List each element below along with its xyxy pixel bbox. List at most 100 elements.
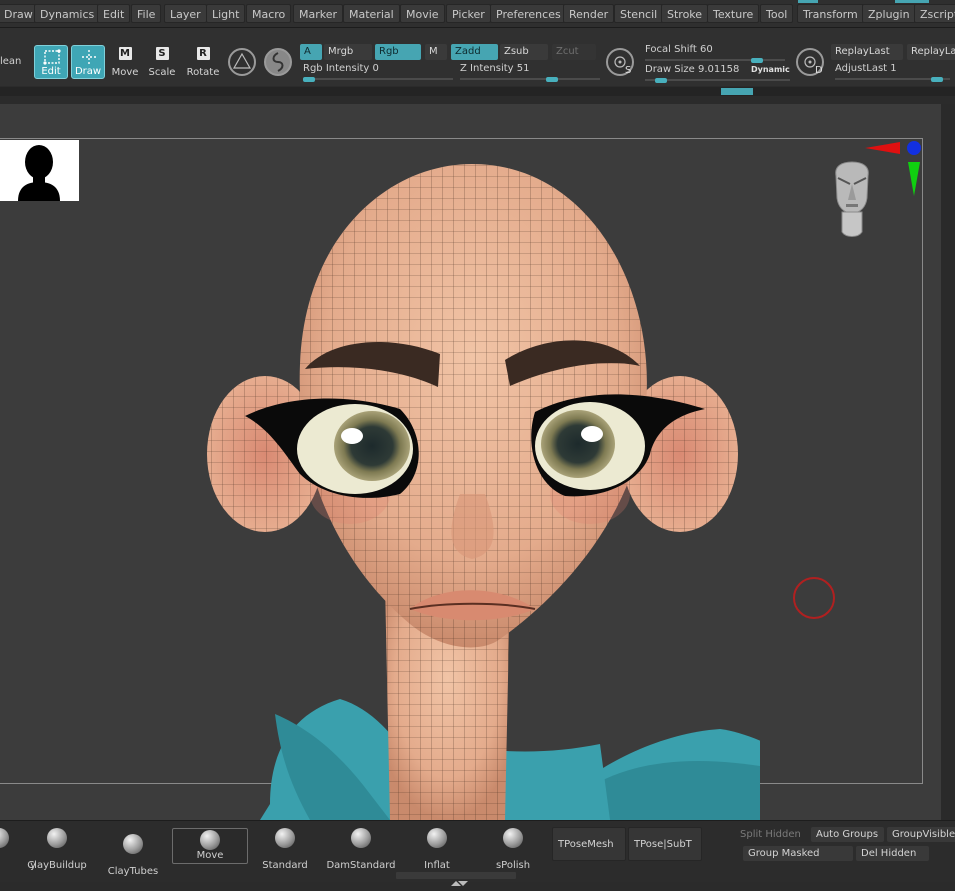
- auto-groups-button[interactable]: Auto Groups: [811, 827, 884, 842]
- material-sphere-button[interactable]: [228, 48, 256, 76]
- menu-bar: Draw Dynamics Edit File Layer Light Macr…: [0, 0, 955, 28]
- move-icon: M: [118, 47, 132, 60]
- scale-button[interactable]: S Scale: [145, 45, 179, 79]
- texture-sphere-button[interactable]: [264, 48, 292, 76]
- menu-marker[interactable]: Marker: [293, 4, 344, 23]
- menu-tool[interactable]: Tool: [760, 4, 794, 23]
- menu-zplugin[interactable]: Zplugin: [862, 4, 916, 23]
- dynamic-toggle[interactable]: Dynamic: [751, 65, 790, 74]
- brush-sphere-icon: [427, 828, 447, 848]
- draw-button[interactable]: Draw: [71, 45, 105, 79]
- head-silhouette-icon: [18, 145, 60, 201]
- brush-claybuildup[interactable]: ClayBuildup: [20, 825, 94, 871]
- rgb-intensity-slider[interactable]: Rgb Intensity 0: [303, 63, 453, 82]
- replay-last-button-2[interactable]: ReplayLa: [907, 44, 955, 60]
- silhouette-thumbnail[interactable]: [0, 140, 79, 201]
- menu-render[interactable]: Render: [563, 4, 615, 23]
- replay-last-button[interactable]: ReplayLast: [831, 44, 903, 60]
- move-button[interactable]: M Move: [108, 45, 142, 79]
- menu-preferences[interactable]: Preferences: [490, 4, 567, 23]
- brush-sphere-icon: [275, 828, 295, 848]
- menu-transform[interactable]: Transform: [797, 4, 864, 23]
- right-tray-scrollbar[interactable]: [941, 104, 955, 820]
- rgb-toggle[interactable]: Rgb: [375, 44, 421, 60]
- m-toggle[interactable]: M: [425, 44, 447, 60]
- brush-inflat[interactable]: Inflat: [400, 825, 474, 871]
- rotate-label: Rotate: [186, 67, 220, 78]
- draw-size-label: Draw Size 9.01158: [645, 64, 740, 75]
- a-toggle[interactable]: A: [300, 44, 322, 60]
- boolean-button[interactable]: lean: [0, 56, 21, 67]
- group-visible-button[interactable]: GroupVisible: [887, 827, 955, 842]
- brush-damstandard[interactable]: DamStandard: [324, 825, 398, 871]
- brush-spolish[interactable]: sPolish: [476, 825, 550, 871]
- brush-sphere-icon: [351, 828, 371, 848]
- x-axis-arrow: [865, 142, 900, 154]
- brush-move[interactable]: Move: [172, 828, 248, 864]
- menu-macro[interactable]: Macro: [246, 4, 292, 23]
- menu-movie[interactable]: Movie: [400, 4, 445, 23]
- z-axis-dot: [907, 141, 921, 155]
- document-canvas[interactable]: [0, 104, 941, 820]
- toolbar-scroll-thumb[interactable]: [721, 88, 753, 95]
- split-hidden-button[interactable]: Split Hidden: [735, 827, 806, 842]
- swirl-icon: [272, 52, 284, 72]
- z-intensity-label: Z Intensity 51: [460, 63, 530, 74]
- zsub-toggle[interactable]: Zsub: [500, 44, 548, 60]
- rotate-button[interactable]: R Rotate: [186, 45, 220, 79]
- focal-shift-slider[interactable]: Focal Shift 60: [645, 44, 785, 63]
- d-hotkey-label: D: [815, 65, 823, 76]
- menu-file[interactable]: File: [131, 4, 162, 23]
- orientation-gizmo[interactable]: [820, 138, 930, 263]
- tpose-mesh-button[interactable]: TPoseMesh: [552, 827, 626, 861]
- shelf-scrollbar[interactable]: [396, 872, 516, 886]
- brush-shelf: y ClayBuildup ClayTubes Move Standard Da…: [0, 820, 955, 886]
- menu-stroke[interactable]: Stroke: [661, 4, 709, 23]
- toolbar-scroll-strip[interactable]: [0, 87, 955, 96]
- z-intensity-slider[interactable]: Z Intensity 51: [460, 63, 600, 82]
- edit-icon: [35, 48, 67, 66]
- menu-stencil[interactable]: Stencil: [614, 4, 664, 23]
- y-axis-arrow: [908, 162, 920, 196]
- rotate-icon: R: [186, 47, 220, 65]
- brush-sphere-icon: [0, 828, 9, 848]
- menu-material[interactable]: Material: [343, 4, 400, 23]
- del-hidden-button[interactable]: Del Hidden: [856, 846, 929, 861]
- tpose-subt-button[interactable]: TPose|SubT: [628, 827, 702, 861]
- draw-icon: [72, 48, 104, 66]
- brush-claytubes[interactable]: ClayTubes: [96, 831, 170, 877]
- rgb-intensity-label: Rgb Intensity 0: [303, 63, 379, 74]
- menu-picker[interactable]: Picker: [446, 4, 491, 23]
- menu-layer[interactable]: Layer: [164, 4, 207, 23]
- brush-label: sPolish: [495, 860, 531, 871]
- mesh-sphere-icon: [232, 52, 252, 69]
- menu-dynamics[interactable]: Dynamics: [34, 4, 101, 23]
- zadd-toggle[interactable]: Zadd: [451, 44, 498, 60]
- focal-shift-label: Focal Shift 60: [645, 44, 713, 55]
- brush-label: Inflat: [424, 860, 450, 871]
- adjust-last-label: AdjustLast 1: [835, 63, 897, 74]
- menu-draw[interactable]: Draw: [0, 4, 39, 23]
- mrgb-toggle[interactable]: Mrgb: [324, 44, 372, 60]
- brush-label: ClayBuildup: [27, 860, 87, 871]
- sculpt-model[interactable]: [200, 154, 760, 820]
- s-hotkey-label: S: [625, 65, 632, 76]
- brush-standard[interactable]: Standard: [248, 825, 322, 871]
- nose: [451, 494, 494, 559]
- brush-cursor: [793, 577, 835, 619]
- menu-edit[interactable]: Edit: [97, 4, 131, 23]
- expand-arrows-icon: [451, 881, 468, 886]
- group-masked-button[interactable]: Group Masked: [743, 846, 853, 861]
- menu-zscript[interactable]: Zscript: [914, 4, 955, 23]
- edit-button[interactable]: Edit: [34, 45, 68, 79]
- menu-texture[interactable]: Texture: [707, 4, 760, 23]
- brush-label: DamStandard: [326, 860, 396, 871]
- zcut-toggle[interactable]: Zcut: [552, 44, 596, 60]
- brush-sphere-icon: [503, 828, 523, 848]
- navigation-head-icon: [835, 161, 869, 237]
- menu-light[interactable]: Light: [206, 4, 246, 23]
- collar-cloth: [260, 699, 760, 820]
- top-shelf: lean Edit Draw M Move S Scale R Rotate A…: [0, 28, 955, 86]
- adjust-last-slider[interactable]: AdjustLast 1: [835, 63, 950, 82]
- brush-sphere-icon: [47, 828, 67, 848]
